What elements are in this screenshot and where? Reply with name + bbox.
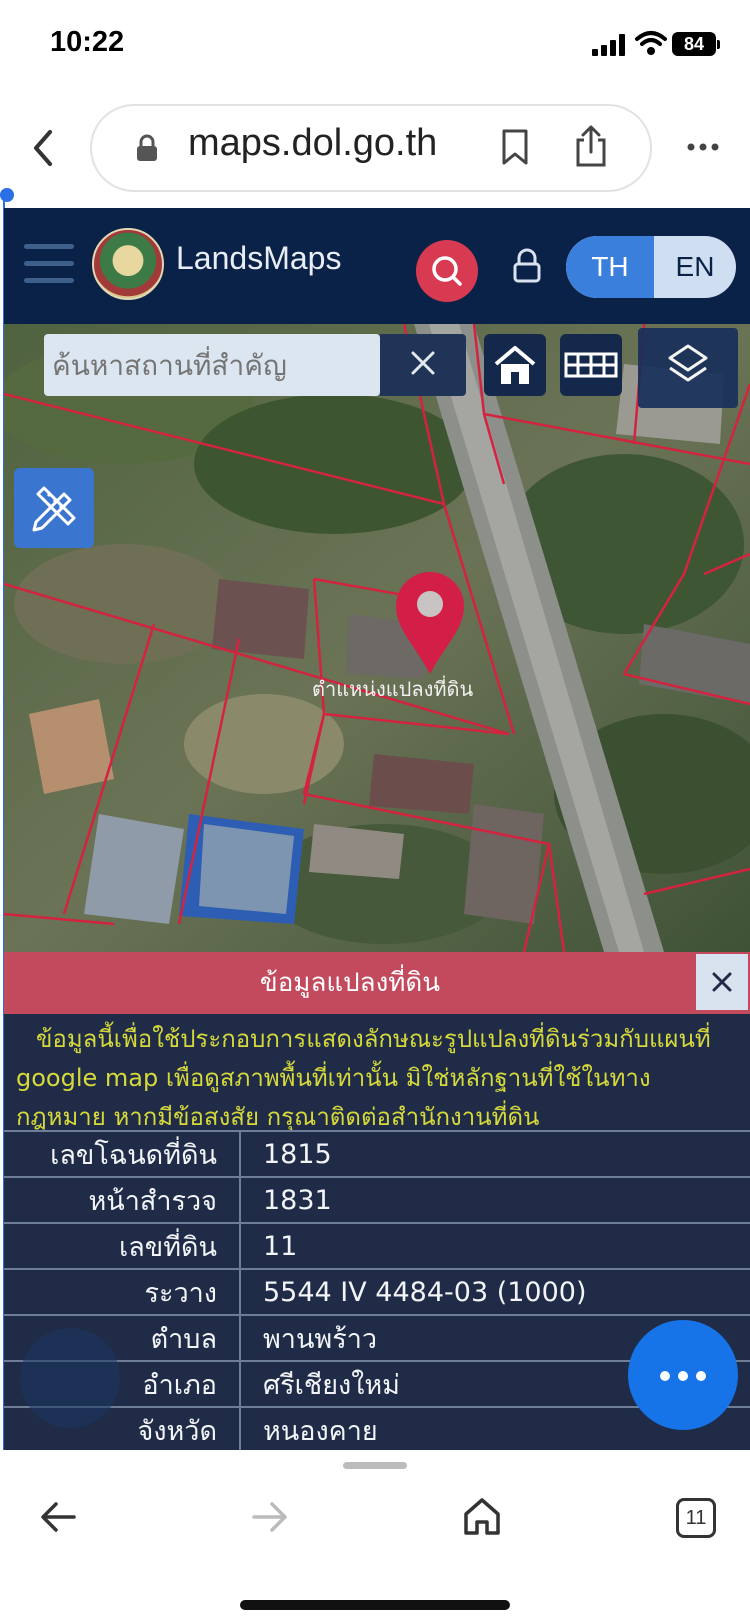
map-search-box [44, 334, 380, 396]
table-row: หน้าสำรวจ 1831 [4, 1176, 750, 1223]
lang-en-option[interactable]: EN [654, 236, 736, 298]
grid-icon [564, 352, 618, 378]
table-row: ระวาง 5544 IV 4484-03 (1000) [4, 1268, 750, 1315]
search-clear-button[interactable] [380, 334, 466, 396]
signal-icon [592, 34, 626, 56]
home-icon [494, 346, 536, 384]
row-label: หน้าสำรวจ [4, 1176, 241, 1223]
info-panel-header: ข้อมูลแปลงที่ดิน [4, 952, 750, 1014]
map-search-input[interactable] [52, 344, 372, 386]
row-value: 1815 [240, 1130, 750, 1177]
menu-icon[interactable] [24, 244, 74, 284]
notice-line: ข้อมูลนี้เพื่อใช้ประกอบการแสดงลักษณะรูปแ… [36, 1025, 711, 1053]
notice-line: google map เพื่อดูสภาพพื้นที่เท่านั้น มิ… [16, 1064, 651, 1092]
search-icon [432, 256, 462, 286]
battery-icon: 84 [672, 32, 716, 56]
layers-button[interactable] [638, 328, 738, 408]
map-view[interactable]: ตำแหน่งแปลงที่ดิน [4, 324, 750, 952]
lang-th-option[interactable]: TH [566, 236, 654, 298]
arrow-left-icon[interactable] [38, 1500, 78, 1534]
table-row: จังหวัด หนองคาย [4, 1406, 750, 1450]
more-icon[interactable] [686, 140, 720, 154]
share-icon[interactable] [574, 124, 608, 168]
row-label: เลขที่ดิน [4, 1222, 241, 1269]
table-row: เลขโฉนดที่ดิน 1815 [4, 1130, 750, 1177]
satellite-imagery: ตำแหน่งแปลงที่ดิน [4, 324, 750, 952]
close-icon [712, 972, 732, 992]
disclaimer-notice: ข้อมูลนี้เพื่อใช้ประกอบการแสดงลักษณะรูปแ… [16, 1020, 744, 1137]
wifi-icon [635, 31, 667, 55]
row-label: ระวาง [4, 1268, 241, 1315]
language-toggle[interactable]: TH EN [566, 236, 736, 298]
row-value: 11 [240, 1222, 750, 1269]
info-panel-title: ข้อมูลแปลงที่ดิน [259, 968, 441, 998]
url-bar[interactable]: maps.dol.go.th [90, 104, 652, 192]
pencil-ruler-icon [32, 486, 76, 532]
status-time: 10:22 [50, 26, 125, 58]
browser-toolbar [0, 1450, 750, 1624]
measure-button[interactable] [14, 468, 94, 548]
home-indicator [240, 1600, 510, 1610]
lock-icon [137, 134, 157, 161]
bookmark-icon[interactable] [500, 128, 530, 166]
info-close-button[interactable] [696, 954, 748, 1010]
battery-nub [717, 40, 720, 49]
url-text: maps.dol.go.th [188, 122, 438, 164]
app-header: LandsMaps TH EN [4, 208, 750, 324]
app-title: LandsMaps [176, 240, 342, 276]
status-bar: 10:22 84 [0, 0, 750, 95]
table-row: เลขที่ดิน 11 [4, 1222, 750, 1269]
map-pin-label: ตำแหน่งแปลงที่ดิน [312, 675, 474, 701]
row-label: เลขโฉนดที่ดิน [4, 1130, 241, 1177]
home-button[interactable] [484, 334, 546, 396]
home-icon[interactable] [462, 1496, 502, 1536]
more-actions-button[interactable] [628, 1320, 738, 1430]
search-button[interactable] [416, 240, 478, 302]
close-icon [411, 351, 435, 375]
row-value: 5544 IV 4484-03 (1000) [240, 1268, 750, 1315]
layers-icon [668, 344, 708, 382]
grid-button[interactable] [560, 334, 622, 396]
tabs-button[interactable]: 11 [676, 1498, 716, 1538]
arrow-right-icon[interactable] [250, 1500, 290, 1534]
dol-logo [92, 228, 164, 300]
chevron-left-icon[interactable] [28, 128, 58, 168]
sheet-grabber[interactable] [343, 1462, 407, 1469]
lock-icon[interactable] [512, 248, 542, 284]
info-icon[interactable] [20, 1328, 120, 1428]
row-value: 1831 [240, 1176, 750, 1223]
